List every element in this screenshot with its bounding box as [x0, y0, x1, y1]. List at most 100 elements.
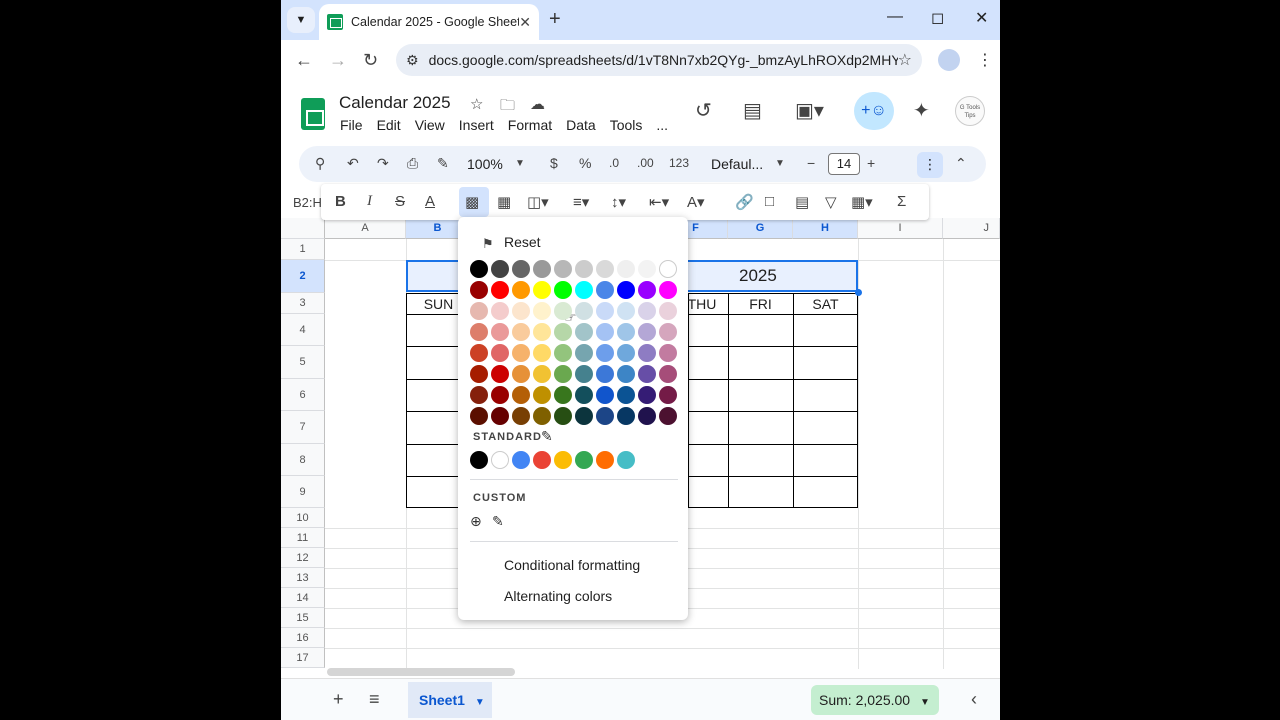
increase-font-size-icon[interactable]: +: [867, 155, 875, 171]
font-chevron-down-icon[interactable]: ▼: [775, 158, 785, 169]
edit-standard-icon[interactable]: ✎: [541, 428, 553, 445]
version-history-icon[interactable]: ↺: [695, 98, 712, 123]
undo-icon[interactable]: ↶: [347, 155, 359, 172]
row-header-3[interactable]: 3: [281, 293, 325, 314]
col-header-j[interactable]: J: [943, 218, 1000, 239]
meet-icon[interactable]: ▣▾: [795, 98, 824, 123]
insert-chart-icon[interactable]: ▤: [795, 193, 809, 211]
color-swatch[interactable]: [512, 260, 530, 278]
profile-icon[interactable]: [938, 49, 960, 71]
color-swatch[interactable]: [575, 344, 593, 362]
standard-color-swatch[interactable]: [512, 451, 530, 469]
color-swatch[interactable]: [617, 365, 635, 383]
col-header-a[interactable]: A: [325, 218, 406, 239]
name-box[interactable]: B2:H: [293, 195, 322, 210]
color-swatch[interactable]: [638, 365, 656, 383]
color-swatch[interactable]: [617, 386, 635, 404]
reset-fill-icon[interactable]: ⚑: [482, 236, 494, 252]
color-swatch[interactable]: [533, 260, 551, 278]
align-left-icon[interactable]: ≡▾: [573, 193, 589, 211]
row-header-8[interactable]: 8: [281, 444, 325, 476]
color-swatch[interactable]: [554, 407, 572, 425]
bold-icon[interactable]: B: [335, 193, 346, 210]
strikethrough-icon[interactable]: S: [395, 193, 405, 210]
print-icon[interactable]: ⎙: [407, 155, 418, 172]
color-swatch[interactable]: [533, 302, 551, 320]
browser-tab[interactable]: Calendar 2025 - Google Sheets ✕: [319, 4, 539, 40]
color-swatch[interactable]: [596, 365, 614, 383]
row-header-14[interactable]: 14: [281, 588, 325, 608]
url-text[interactable]: docs.google.com/spreadsheets/d/1vT8Nn7xb…: [429, 52, 898, 68]
color-swatch[interactable]: [617, 323, 635, 341]
color-swatch[interactable]: [659, 407, 677, 425]
menu-insert[interactable]: Insert: [459, 117, 494, 133]
row-header-4[interactable]: 4: [281, 314, 325, 346]
gemini-icon[interactable]: ✦: [913, 98, 930, 123]
row-header-2[interactable]: 2: [281, 260, 325, 293]
site-info-icon[interactable]: ⚙: [406, 52, 419, 69]
bookmark-star-icon[interactable]: ☆: [898, 50, 912, 70]
menu-file[interactable]: File: [340, 117, 363, 133]
color-swatch[interactable]: [491, 323, 509, 341]
decrease-font-size-icon[interactable]: −: [807, 155, 815, 171]
row-header-7[interactable]: 7: [281, 411, 325, 444]
doc-title[interactable]: Calendar 2025: [339, 93, 451, 113]
color-swatch[interactable]: [659, 323, 677, 341]
row-header-17[interactable]: 17: [281, 648, 325, 668]
new-tab-icon[interactable]: +: [549, 8, 561, 31]
color-swatch[interactable]: [659, 260, 677, 278]
add-custom-color-icon[interactable]: ⊕: [470, 513, 482, 530]
menu-data[interactable]: Data: [566, 117, 596, 133]
text-color-icon[interactable]: A: [425, 193, 435, 210]
color-swatch[interactable]: [659, 344, 677, 362]
color-swatch[interactable]: [596, 281, 614, 299]
color-swatch[interactable]: [470, 302, 488, 320]
paint-format-icon[interactable]: ✎: [437, 155, 449, 172]
color-swatch[interactable]: [659, 365, 677, 383]
color-swatch[interactable]: [596, 344, 614, 362]
color-swatch[interactable]: [470, 344, 488, 362]
eyedropper-icon[interactable]: ✎: [492, 513, 504, 530]
filter-views-icon[interactable]: ▦▾: [851, 193, 873, 211]
color-swatch[interactable]: [533, 344, 551, 362]
add-sheet-icon[interactable]: +: [333, 689, 344, 710]
share-button[interactable]: +☺: [854, 92, 894, 130]
color-swatch[interactable]: [554, 344, 572, 362]
conditional-formatting-item[interactable]: Conditional formatting: [504, 557, 640, 573]
forward-icon[interactable]: →: [329, 50, 347, 71]
sheet-chevron-down-icon[interactable]: ▼: [475, 697, 485, 708]
color-swatch[interactable]: [512, 323, 530, 341]
functions-icon[interactable]: Σ: [897, 193, 906, 210]
insert-comment-icon[interactable]: □: [765, 193, 774, 210]
color-swatch[interactable]: [491, 260, 509, 278]
comments-icon[interactable]: ▤: [743, 98, 762, 123]
color-swatch[interactable]: [470, 386, 488, 404]
borders-icon[interactable]: ▦: [497, 193, 511, 211]
color-swatch[interactable]: [638, 323, 656, 341]
color-swatch[interactable]: [638, 386, 656, 404]
alternating-colors-item[interactable]: Alternating colors: [504, 588, 612, 604]
selection-fill-handle[interactable]: [855, 289, 862, 296]
zoom-chevron-down-icon[interactable]: ▼: [515, 158, 525, 169]
vertical-align-icon[interactable]: ↕▾: [611, 193, 626, 211]
color-swatch[interactable]: [512, 344, 530, 362]
color-swatch[interactable]: [533, 365, 551, 383]
color-swatch[interactable]: [638, 260, 656, 278]
menu-more[interactable]: ...: [656, 117, 668, 133]
text-rotation-icon[interactable]: A▾: [687, 193, 705, 211]
menu-edit[interactable]: Edit: [377, 117, 401, 133]
color-swatch[interactable]: [554, 260, 572, 278]
color-swatch[interactable]: [638, 407, 656, 425]
minimize-icon[interactable]: —: [887, 8, 903, 26]
window-close-icon[interactable]: ✕: [975, 8, 988, 28]
search-menus-icon[interactable]: ⚲: [315, 155, 325, 172]
reload-icon[interactable]: ↻: [363, 50, 378, 71]
row-header-9[interactable]: 9: [281, 476, 325, 508]
all-sheets-icon[interactable]: ≡: [369, 689, 380, 710]
color-swatch[interactable]: [512, 302, 530, 320]
color-swatch[interactable]: [491, 281, 509, 299]
sheet-tab[interactable]: Sheet1 ▼: [408, 682, 492, 718]
row-header-6[interactable]: 6: [281, 379, 325, 411]
avatar[interactable]: G Tools Tips: [955, 96, 985, 126]
color-swatch[interactable]: [575, 302, 593, 320]
